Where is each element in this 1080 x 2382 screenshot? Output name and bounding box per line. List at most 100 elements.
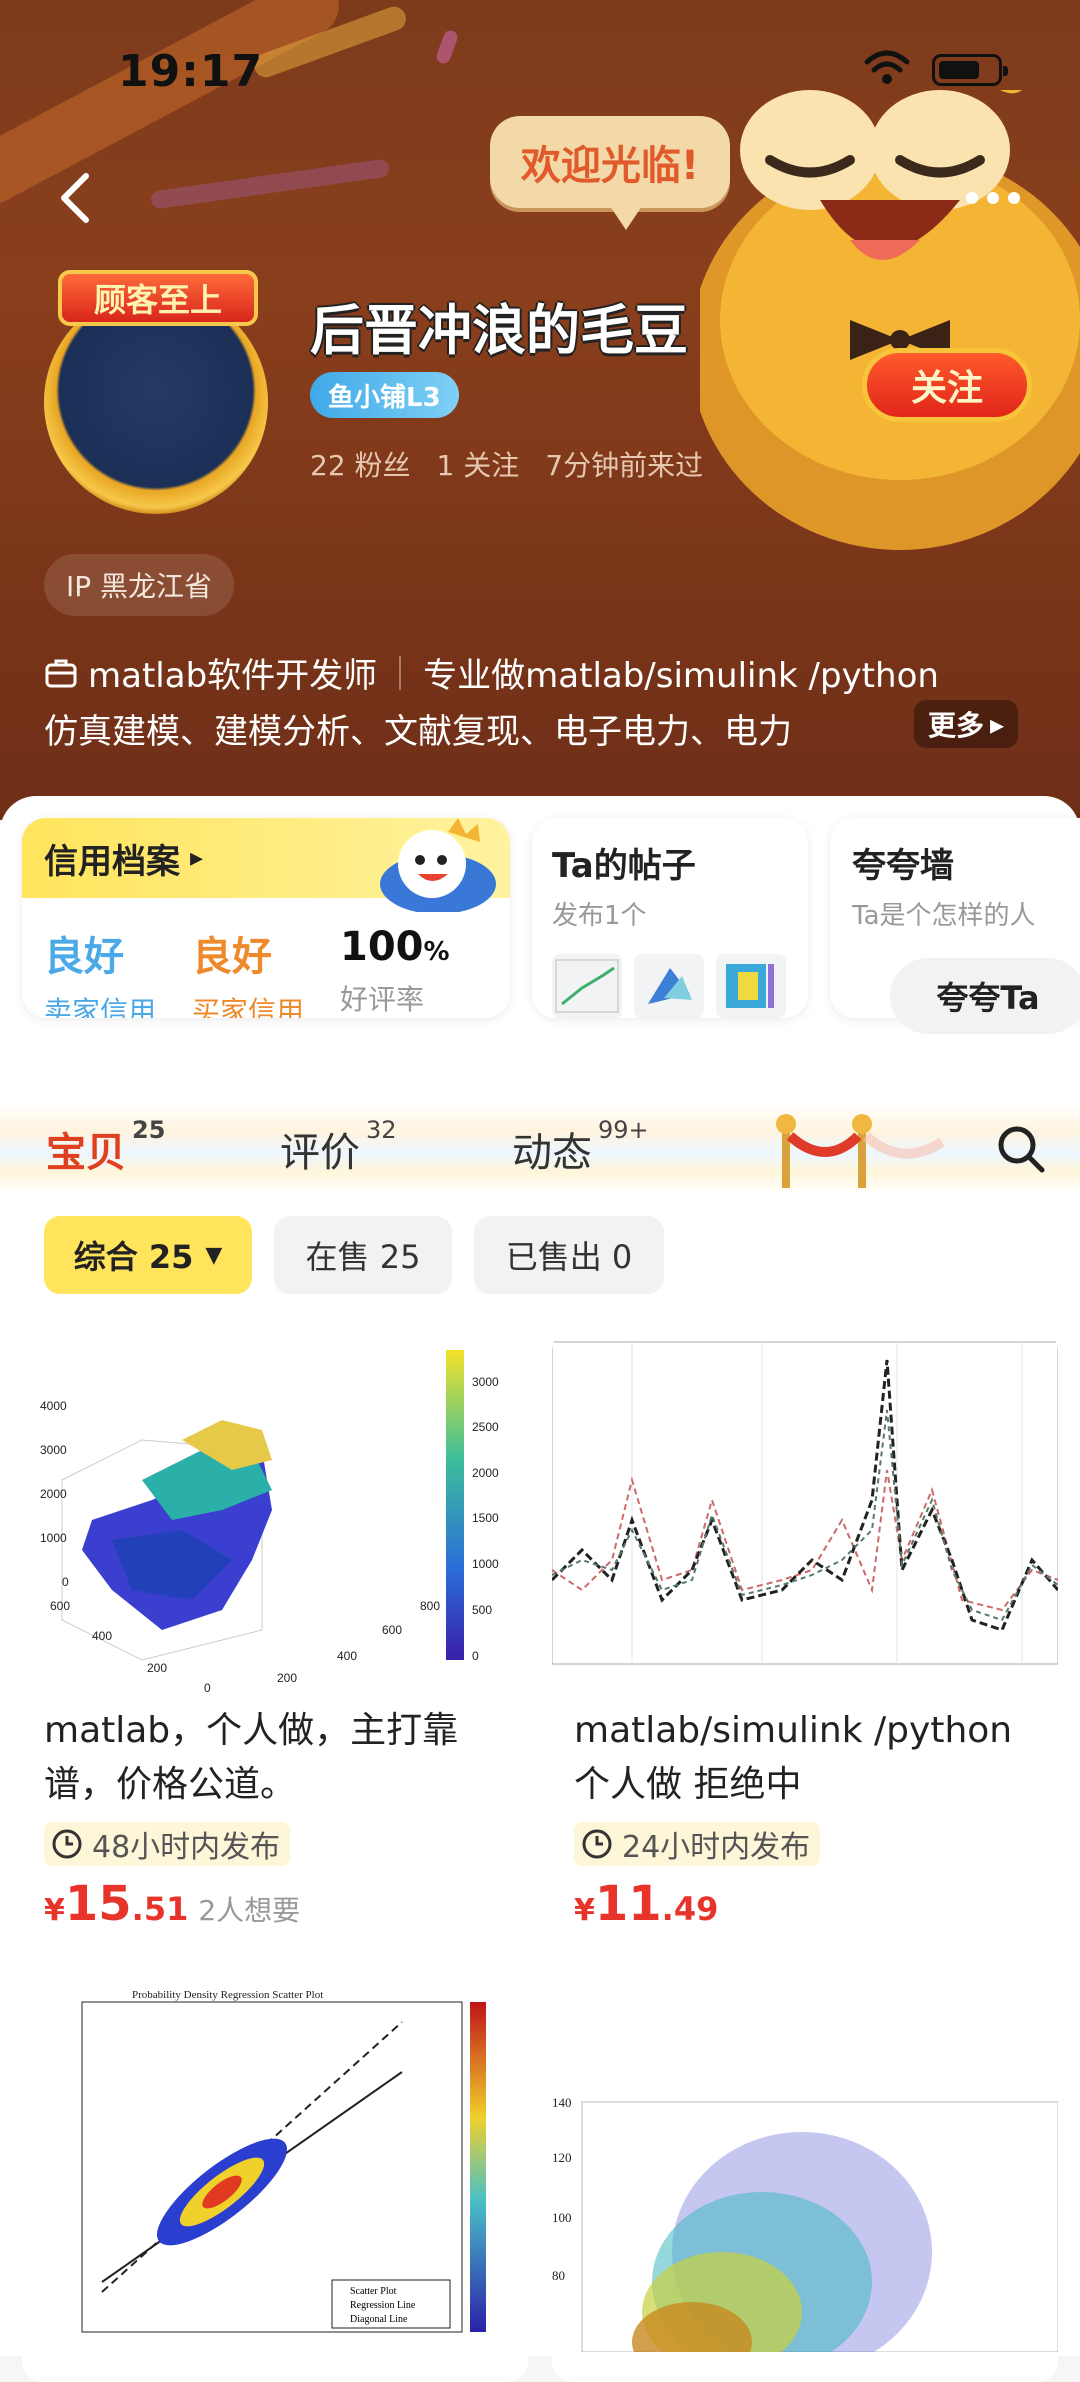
praise-title: 夸夸墙	[852, 846, 954, 886]
clock-icon	[52, 1829, 82, 1859]
ip-location-chip: IP 黑龙江省	[44, 554, 235, 616]
praise-button[interactable]: 夸夸Ta	[890, 958, 1080, 1034]
tab-activity[interactable]: 动态 99+	[512, 1116, 649, 1178]
legend-item: Scatter Plot	[350, 2286, 397, 2297]
bio-more-button[interactable]: 更多 ▸	[914, 700, 1019, 748]
avatar[interactable]: 顾客至上	[40, 270, 280, 514]
buyer-credit-label: 买家信用	[192, 995, 305, 1018]
colorbar-tick: 1000	[472, 1557, 499, 1571]
credit-card-body: 良好 卖家信用 良好 买家信用 100% 好评率	[22, 898, 510, 1018]
plot-tick: 400	[92, 1629, 112, 1643]
plot-tick: 200	[277, 1671, 297, 1685]
product-card[interactable]: 4000 3000 2000 1000 0 600 400 200 0 200 …	[22, 1330, 528, 1960]
product-title: matlab，个人做，主打靠谱，价格公道。	[44, 1710, 459, 1805]
colorbar-tick: 0	[472, 1649, 479, 1663]
level-badge[interactable]: 鱼小铺L3	[310, 372, 459, 418]
status-bar: 19:17	[0, 0, 1080, 130]
praise-subtitle: Ta是个怎样的人	[852, 901, 1036, 931]
plot-tick: 0	[62, 1575, 69, 1589]
product-image	[552, 1330, 1058, 1700]
back-icon[interactable]	[50, 168, 110, 228]
good-rating-label: 好评率	[340, 983, 425, 1016]
plot-tick: 800	[420, 1599, 440, 1613]
wifi-icon	[864, 50, 910, 84]
post-thumbnail	[552, 954, 622, 1018]
publish-time-label: 24小时内发布	[622, 1830, 811, 1865]
tab-items[interactable]: 宝贝 25	[46, 1116, 165, 1178]
tab-label: 宝贝	[46, 1130, 126, 1176]
publish-time-tag: 48小时内发布	[44, 1822, 291, 1866]
profile-stats: 22 粉丝 1 关注 7分钟前来过	[310, 444, 703, 484]
product-image: 140 120 100 80	[552, 1982, 1058, 2382]
plot-tick: 0	[204, 1681, 211, 1695]
posts-subtitle: 发布1个	[552, 901, 647, 931]
product-card[interactable]: matlab/simulink /python 个人做 拒绝中 24小时内发布 …	[552, 1330, 1058, 1960]
tab-label: 评价	[280, 1130, 360, 1176]
profile-header: 欢迎光临! 19:17 顾客至上 后晋冲浪的毛豆 鱼小铺L3 关注 22 粉丝 …	[0, 0, 1080, 820]
follow-button[interactable]: 关注	[862, 348, 1032, 422]
legend-item: Regression Line	[350, 2300, 416, 2311]
tab-reviews[interactable]: 评价 32	[280, 1116, 397, 1178]
colorbar-tick: 500	[472, 1603, 492, 1617]
last-seen: 7分钟前来过	[545, 449, 704, 482]
filter-label: 综合 25	[73, 1238, 194, 1276]
mascot-illustration	[700, 90, 1080, 550]
publish-time-label: 48小时内发布	[92, 1830, 281, 1865]
triangle-right-icon: ▸	[190, 843, 204, 873]
seller-credit-value: 良好	[44, 934, 124, 980]
stanchion-rope-decoration	[776, 1114, 945, 1188]
filter-on-sale[interactable]: 在售 25	[274, 1216, 452, 1294]
seller-credit-label: 卖家信用	[44, 995, 157, 1018]
want-count: 2人想要	[198, 1894, 301, 1927]
colorbar-tick: 2500	[472, 1420, 499, 1434]
battery-icon	[932, 54, 1008, 86]
plot-tick: 140	[552, 2095, 572, 2110]
good-rating: 100% 好评率	[340, 924, 488, 1018]
clock-icon	[582, 1829, 612, 1859]
tab-count: 99+	[598, 1116, 649, 1144]
filter-sold[interactable]: 已售出 0	[474, 1216, 664, 1294]
tab-count: 25	[132, 1116, 166, 1144]
bio-line-2: 仿真建模、建模分析、文献复现、电子电力、电力	[44, 712, 792, 752]
buyer-credit-value: 良好	[192, 934, 272, 980]
price-row: ¥15.51 2人想要	[22, 1876, 528, 1932]
praise-wall-card[interactable]: 夸夸墙 Ta是个怎样的人 夸夸Ta	[830, 818, 1080, 1034]
posts-card[interactable]: Ta的帖子 发布1个	[532, 818, 808, 1018]
caret-down-icon: ▼	[205, 1242, 223, 1268]
tab-count: 32	[366, 1116, 397, 1144]
legend-item: Diagonal Line	[350, 2314, 408, 2325]
plot-tick: 200	[147, 1661, 167, 1675]
filter-all[interactable]: 综合 25 ▼	[44, 1216, 252, 1294]
more-options-icon[interactable]	[966, 178, 1036, 218]
price-row: ¥11.49	[552, 1876, 1058, 1932]
product-card[interactable]: Probability Density Regression Scatter P…	[22, 1982, 528, 2382]
plot-tick: 2000	[40, 1487, 67, 1501]
briefcase-icon	[45, 659, 77, 687]
credit-title: 信用档案	[44, 841, 180, 882]
post-thumbnail	[716, 954, 786, 1018]
seller-credit: 良好 卖家信用	[44, 924, 192, 1018]
divider	[399, 655, 402, 690]
good-rating-unit: %	[423, 937, 450, 967]
tab-label: 动态	[512, 1130, 592, 1176]
clock: 19:17	[118, 46, 264, 97]
following-count[interactable]: 1 关注	[437, 444, 520, 484]
plot-tick: 80	[552, 2268, 565, 2283]
product-image: 4000 3000 2000 1000 0 600 400 200 0 200 …	[22, 1330, 528, 1700]
buyer-credit: 良好 买家信用	[192, 924, 340, 1018]
fans-count[interactable]: 22 粉丝	[310, 444, 411, 484]
colorbar-tick: 1500	[472, 1511, 499, 1525]
publish-time-tag: 24小时内发布	[574, 1822, 821, 1866]
plot-tick: 4000	[40, 1399, 67, 1413]
bio-text: 专业做matlab/simulink /python	[423, 656, 939, 696]
post-thumbnails	[552, 954, 788, 1018]
product-title: matlab/simulink /python 个人做 拒绝中	[574, 1710, 1013, 1805]
product-price: ¥15.51	[44, 1876, 189, 1932]
plot-tick: 1000	[40, 1531, 67, 1545]
post-thumbnail	[634, 954, 704, 1018]
product-card[interactable]: 140 120 100 80	[552, 1982, 1058, 2382]
good-rating-value: 100	[340, 924, 424, 970]
plot-tick: 600	[50, 1599, 70, 1613]
product-price: ¥11.49	[574, 1876, 719, 1932]
search-icon[interactable]	[996, 1124, 1046, 1174]
